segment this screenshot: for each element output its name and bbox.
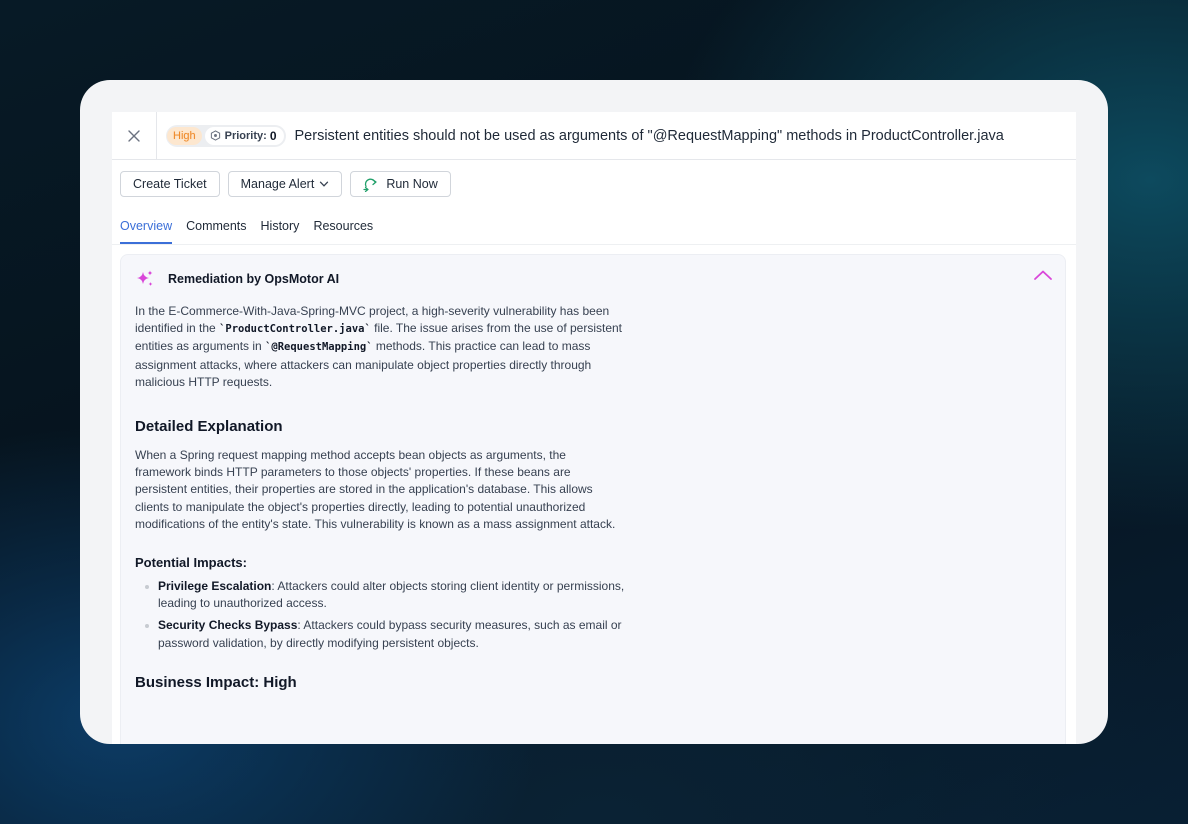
priority-icon <box>210 130 220 141</box>
severity-badge: High <box>167 126 202 145</box>
tab-comments[interactable]: Comments <box>186 213 246 244</box>
alert-header: High Priority: 0 Persistent entities sho… <box>112 112 1076 160</box>
impacts-list: Privilege Escalation: Attackers could al… <box>135 578 625 652</box>
remediation-panel: Remediation by OpsMotor AI In the E-Comm… <box>120 254 1066 744</box>
tab-bar: Overview Comments History Resources <box>112 213 1076 245</box>
detailed-explanation-text: When a Spring request mapping method acc… <box>135 448 616 531</box>
manage-alert-label: Manage Alert <box>240 177 315 191</box>
alert-title: Persistent entities should not be used a… <box>294 127 1004 144</box>
intro-paragraph: In the E-Commerce-With-Java-Spring-MVC p… <box>135 303 625 391</box>
tab-history[interactable]: History <box>261 213 300 244</box>
action-bar: Create Ticket Manage Alert Run Now <box>112 160 1076 197</box>
impact-term: Security Checks Bypass <box>158 618 298 633</box>
chevron-up-icon[interactable] <box>1033 269 1053 281</box>
run-icon <box>363 178 377 192</box>
list-item: Security Checks Bypass: Attackers could … <box>145 617 625 651</box>
remediation-title: Remediation by OpsMotor AI <box>168 272 340 286</box>
run-now-label: Run Now <box>386 177 438 191</box>
potential-impacts-heading: Potential Impacts: <box>135 555 247 571</box>
run-now-button[interactable]: Run Now <box>350 171 451 197</box>
remediation-content: In the E-Commerce-With-Java-Spring-MVC p… <box>121 303 639 691</box>
impact-term: Privilege Escalation <box>158 579 272 594</box>
intro-code-file: `ProductController.java` <box>219 323 371 336</box>
list-item: Privilege Escalation: Attackers could al… <box>145 578 625 612</box>
detailed-explanation-heading: Detailed Explanation <box>135 418 283 436</box>
alert-detail-panel: High Priority: 0 Persistent entities sho… <box>112 112 1076 744</box>
tab-overview[interactable]: Overview <box>120 213 173 244</box>
create-ticket-button[interactable]: Create Ticket <box>120 171 220 197</box>
intro-code-annotation: `@RequestMapping` <box>265 341 373 354</box>
priority-value: 0 <box>269 128 277 143</box>
sparkle-icon <box>137 270 153 286</box>
tab-resources[interactable]: Resources <box>313 213 373 244</box>
manage-alert-button[interactable]: Manage Alert <box>227 171 343 197</box>
alert-card: High Priority: 0 Persistent entities sho… <box>80 80 1108 744</box>
severity-priority-pill: High Priority: 0 <box>166 124 286 147</box>
close-icon <box>128 129 140 142</box>
create-ticket-label: Create Ticket <box>133 177 207 191</box>
priority-label: Priority: <box>224 129 267 142</box>
business-impact-heading: Business Impact: High <box>135 673 297 691</box>
chevron-down-icon <box>320 181 329 187</box>
priority-badge: Priority: 0 <box>204 126 284 145</box>
close-button[interactable] <box>112 112 157 159</box>
remediation-header: Remediation by OpsMotor AI <box>121 255 1065 303</box>
